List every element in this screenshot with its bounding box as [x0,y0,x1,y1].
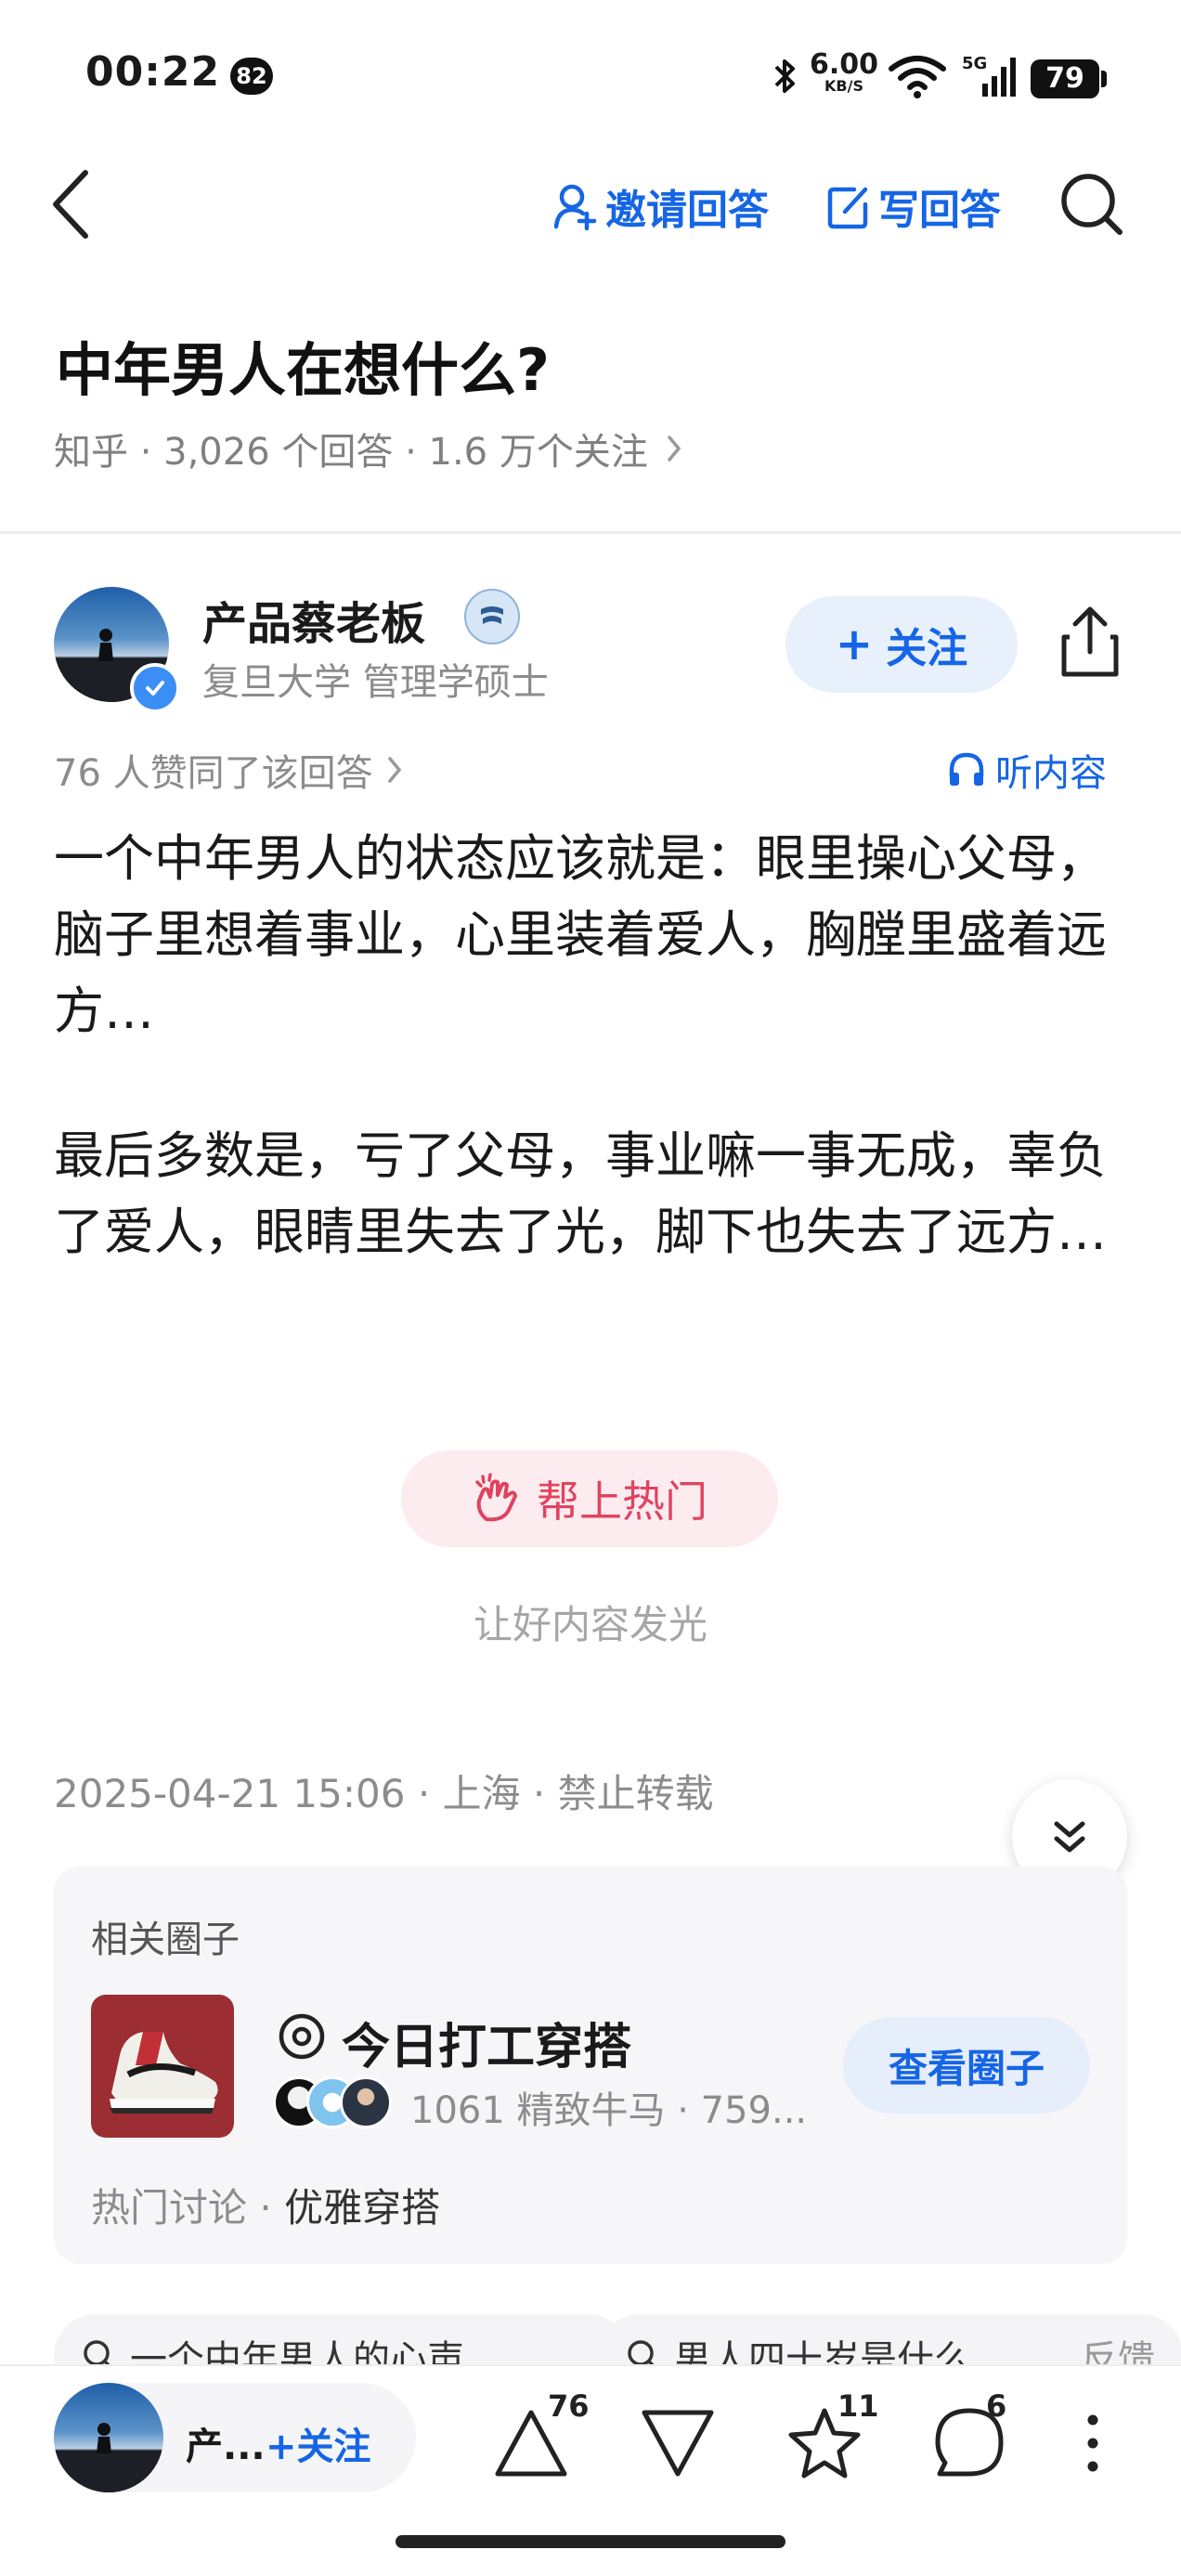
section-divider [0,531,1181,534]
upvoters-link[interactable]: 76 人赞同了该回答 [54,743,403,797]
follow-author-button[interactable]: + 关注 [785,596,1018,693]
write-answer-label: 写回答 [878,187,1001,234]
likes-line: 76 人赞同了该回答 [54,752,373,795]
upvote-count: 76 [548,2388,590,2424]
battery-icon [1101,71,1107,87]
circle-hot-discussion[interactable]: 热门讨论 · 优雅穿搭 [91,2177,440,2233]
person-add-icon [553,184,597,230]
circle-thumbnail[interactable] [91,1995,234,2138]
bottom-follow-button[interactable]: +关注 [266,2416,371,2470]
bottom-author-avatar[interactable] [54,2383,163,2492]
boost-label: 帮上热门 [537,1477,707,1527]
signal-icon [982,56,1016,102]
double-chevron-down-icon [1054,1821,1085,1853]
headphones-icon [949,752,984,786]
write-answer-button[interactable]: 写回答 [826,176,1001,236]
sneaker-icon [110,2032,218,2114]
avatar-figure-icon [54,2423,163,2492]
view-circle-button[interactable]: 查看圈子 [843,2017,1090,2114]
bluetooth-icon [772,54,798,102]
search-button[interactable] [1058,171,1125,241]
boost-button[interactable]: 帮上热门 [401,1451,778,1547]
post-meta: 2025-04-21 15:06 · 上海 · 禁止转载 [54,1771,714,1816]
circle-stats: 1061 精致牛马 · 759... [410,2089,808,2132]
favorite-count: 11 [837,2388,879,2424]
search-icon [1061,174,1123,235]
listen-label: 听内容 [995,752,1107,795]
clap-hand-icon [475,1473,517,1522]
invite-answer-button[interactable]: 邀请回答 [553,176,769,236]
back-button[interactable] [48,167,95,245]
verified-badge-icon [130,663,180,713]
boost-subtitle: 让好内容发光 [473,1602,707,1647]
answer-paragraph-2[interactable]: 最后多数是，亏了父母，事业嘛一事无成，辜负了爱人，眼睛里失去了光，脚下也失去了远… [54,1118,1131,1270]
invite-answer-label: 邀请回答 [605,187,769,234]
wifi-icon [888,54,947,102]
member-avatar [340,2076,392,2128]
hot-topic: 优雅穿搭 [284,2185,441,2231]
share-button[interactable] [1057,604,1123,683]
author-name[interactable]: 产品蔡老板 [202,587,425,652]
question-meta-link[interactable]: 知乎 · 3,026 个回答 · 1.6 万个关注 [54,422,683,475]
question-meta: 知乎 · 3,026 个回答 · 1.6 万个关注 [54,431,648,474]
answer-paragraph-1[interactable]: 一个中年男人的状态应该就是：眼里操心父母，脑子里想着事业，心里装着爱人，胸膛里盛… [54,821,1131,1049]
follow-label: 关注 [886,625,968,672]
listen-button[interactable]: 听内容 [947,743,1107,797]
edit-icon [827,187,868,229]
chevron-right-icon [668,436,681,462]
chevron-right-icon [387,757,401,783]
notification-count-badge: 82 [230,58,273,95]
comment-count: 6 [986,2388,1007,2424]
battery-level: 79 [1031,59,1099,98]
home-indicator[interactable] [396,2535,785,2548]
circle-name[interactable]: 今日打工穿搭 [342,2008,631,2077]
plus-icon: + [835,618,874,670]
author-level-badge-icon[interactable] [464,589,520,644]
more-vertical-icon [1087,2414,1098,2472]
plus-icon: + [266,2426,297,2468]
question-title[interactable]: 中年男人在想什么? [56,323,550,407]
author-description: 复旦大学 管理学硕士 [202,661,549,704]
more-options-button[interactable] [1079,2411,1107,2479]
bottom-follow-label: 关注 [296,2426,371,2468]
hot-prefix: 热门讨论 · [91,2185,285,2231]
bottom-author-name[interactable]: 产... [186,2416,266,2470]
circle-section-title: 相关圈子 [91,1919,240,1961]
circle-at-icon [277,2011,327,2065]
share-icon [1061,606,1119,677]
speed-value: 6.00 [810,48,879,81]
status-time: 00:22 [85,48,221,96]
downvote-triangle-icon [642,2410,714,2477]
back-arrow-icon [53,170,88,239]
downvote-button[interactable] [639,2405,717,2483]
network-speed: 6.00 KB/S [810,51,878,95]
